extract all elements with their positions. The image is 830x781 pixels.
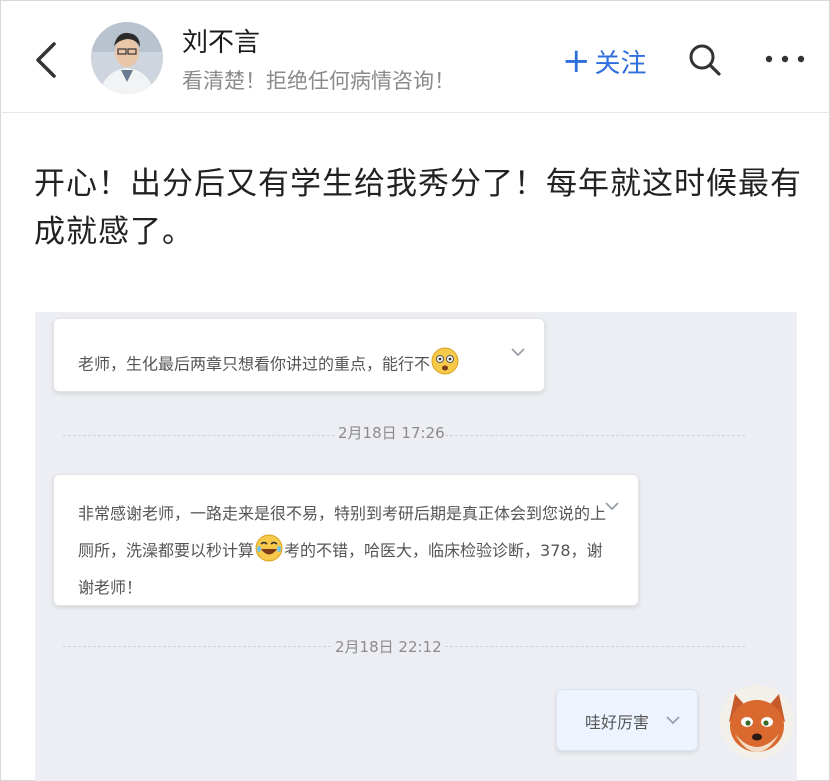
- user-name[interactable]: 刘不言: [182, 22, 260, 59]
- laughing-emoji-icon: [255, 534, 283, 561]
- chevron-down-icon[interactable]: [604, 501, 620, 511]
- fearful-emoji-icon: [431, 347, 459, 375]
- chevron-down-icon[interactable]: [510, 347, 526, 357]
- more-icon[interactable]: [763, 49, 807, 69]
- fox-sticker: [720, 685, 794, 759]
- divider-line: [445, 646, 745, 647]
- divider-line: [63, 646, 331, 647]
- user-signature: 看清楚！拒绝任何病情咨询！: [182, 69, 455, 93]
- post-text: 开心！出分后又有学生给我秀分了！每年就这时候最有成就感了。: [34, 166, 802, 250]
- embedded-chat-screenshot: 老师，生化最后两章只想看你讲过的重点，能行不 2月18日 17:26 非常感谢老…: [35, 312, 797, 781]
- message-timestamp: 2月18日 22:12: [335, 638, 442, 656]
- chat-bubble-incoming: 老师，生化最后两章只想看你讲过的重点，能行不: [53, 318, 545, 392]
- profile-header: 刘不言 看清楚！拒绝任何病情咨询！ + 关注: [0, 0, 830, 113]
- message-text: 哇好厉害: [585, 713, 650, 732]
- avatar[interactable]: [91, 22, 163, 94]
- message-text: 老师，生化最后两章只想看你讲过的重点，能行不: [78, 354, 431, 374]
- chevron-down-icon[interactable]: [665, 715, 681, 725]
- chat-bubble-incoming: 非常感谢老师，一路走来是很不易，特别到考研后期是真正体会到您说的上厕所，洗澡都要…: [53, 474, 639, 606]
- search-icon[interactable]: [686, 41, 724, 79]
- back-arrow-icon[interactable]: [28, 38, 68, 82]
- follow-button[interactable]: + 关注: [562, 41, 647, 81]
- divider-line: [63, 435, 335, 436]
- plus-icon: +: [562, 41, 591, 81]
- follow-label: 关注: [594, 48, 647, 79]
- chat-bubble-outgoing: 哇好厉害: [556, 689, 698, 751]
- message-timestamp: 2月18日 17:26: [338, 424, 445, 442]
- divider-line: [445, 435, 745, 436]
